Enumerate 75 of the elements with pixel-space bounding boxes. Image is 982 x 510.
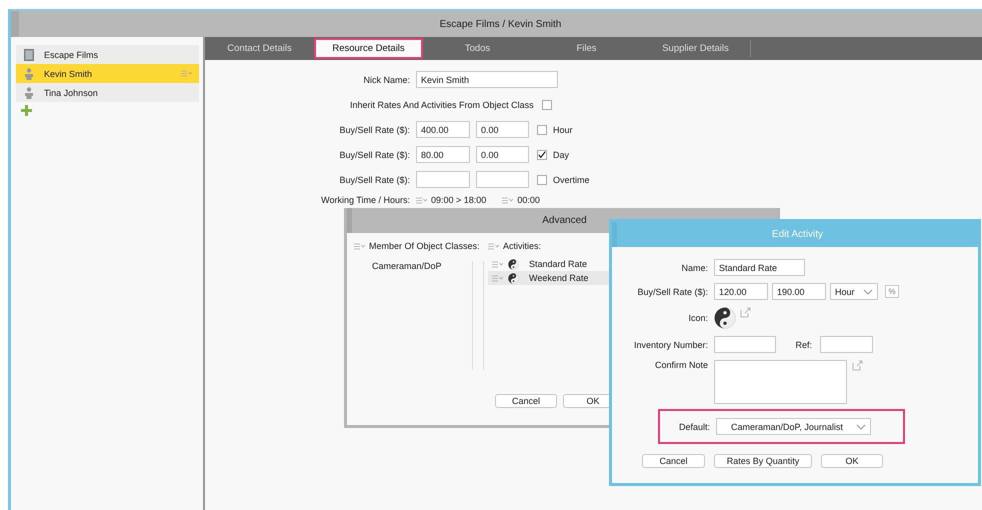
dialog-button[interactable]: Rates By Quantity [714,454,812,468]
object-class-item[interactable]: Cameraman/DoP [354,261,472,271]
check-icon [538,150,546,159]
field-label: Ref: [794,340,813,350]
tab[interactable]: Todos [423,37,532,60]
tab[interactable]: Files [532,37,641,60]
menu-caret-icon[interactable] [502,196,514,204]
menu-caret-icon[interactable] [354,242,366,250]
overtime-hours: 00:00 [517,195,540,205]
buy-rate-field[interactable]: 80.00 [416,146,470,163]
building-icon [24,48,34,60]
field-label: Nick Name: [362,74,410,84]
external-link-icon[interactable] [852,360,863,371]
yin-yang-icon [714,307,736,329]
dialog-button[interactable]: Cancel [495,394,557,408]
field-label: Default: [678,422,710,432]
field-label: Icon: [687,313,708,323]
checkbox[interactable] [537,174,547,184]
dialog-title: Advanced [542,215,587,226]
sell-rate-field[interactable]: 190.00 [772,283,826,300]
menu-caret-icon[interactable] [492,260,504,268]
unit-label: Hour [553,124,573,134]
menu-caret-icon[interactable] [181,70,193,77]
window-title: Escape Films / Kevin Smith [440,18,562,30]
add-icon[interactable] [21,105,32,116]
nick-name-field[interactable]: Kevin Smith [416,71,558,88]
menu-caret-icon[interactable] [488,242,500,250]
checkbox[interactable] [537,150,547,160]
checkbox[interactable] [542,100,552,110]
name-field[interactable]: Standard Rate [714,259,805,276]
sell-rate-field[interactable]: 0.00 [476,146,529,163]
inventory-number-field[interactable] [714,336,776,353]
field-label: Buy/Sell Rate ($): [338,174,410,184]
checkbox[interactable] [537,124,547,134]
chevron-down-icon [856,424,866,430]
dialog-button[interactable]: OK [821,454,883,468]
field-label: Buy/Sell Rate ($): [338,124,410,134]
confirm-note-field[interactable] [714,360,847,404]
tab[interactable]: Supplier Details [641,37,750,60]
field-label: Name: [680,262,708,272]
sidebar-item[interactable]: Escape Films [16,45,199,64]
unit-dropdown[interactable]: Hour [830,283,878,300]
person-icon [24,68,34,80]
menu-caret-icon[interactable] [492,274,504,282]
yin-yang-icon [508,258,519,270]
default-dropdown[interactable]: Cameraman/DoP, Journalist [716,418,871,435]
tab[interactable]: Contact Details [205,37,314,60]
tab[interactable]: Resource Details [314,38,423,59]
field-label: Buy/Sell Rate ($): [338,150,410,160]
menu-caret-icon[interactable] [416,196,428,204]
ref-field[interactable] [820,336,873,353]
external-link-icon[interactable] [740,307,751,318]
field-label: Buy/Sell Rate ($): [636,286,708,296]
column-header: Activities: [503,241,542,251]
working-hours: 09:00 > 18:00 [431,195,486,205]
buy-rate-field[interactable] [416,171,470,188]
chevron-down-icon [863,288,873,294]
dialog-title: Edit Activity [772,229,824,240]
column-header: Member Of Object Classes: [369,241,480,251]
percent-button[interactable]: % [885,285,899,298]
field-label: Inherit Rates And Activities From Object Class [350,100,534,110]
sidebar-item[interactable]: Kevin Smith [16,64,199,83]
field-label: Inventory Number: [632,340,708,350]
person-icon [24,86,34,98]
field-label: Confirm Note [654,360,708,370]
sidebar-item[interactable]: Tina Johnson [16,83,199,102]
sell-rate-field[interactable] [476,171,529,188]
unit-label: Day [553,150,570,160]
sell-rate-field[interactable]: 0.00 [476,121,529,138]
yin-yang-icon [508,272,519,284]
buy-rate-field[interactable]: 400.00 [416,121,470,138]
field-label: Working Time / Hours: [320,195,410,205]
buy-rate-field[interactable]: 120.00 [714,283,768,300]
dialog-button[interactable]: Cancel [642,454,705,468]
unit-label: Overtime [553,174,590,184]
